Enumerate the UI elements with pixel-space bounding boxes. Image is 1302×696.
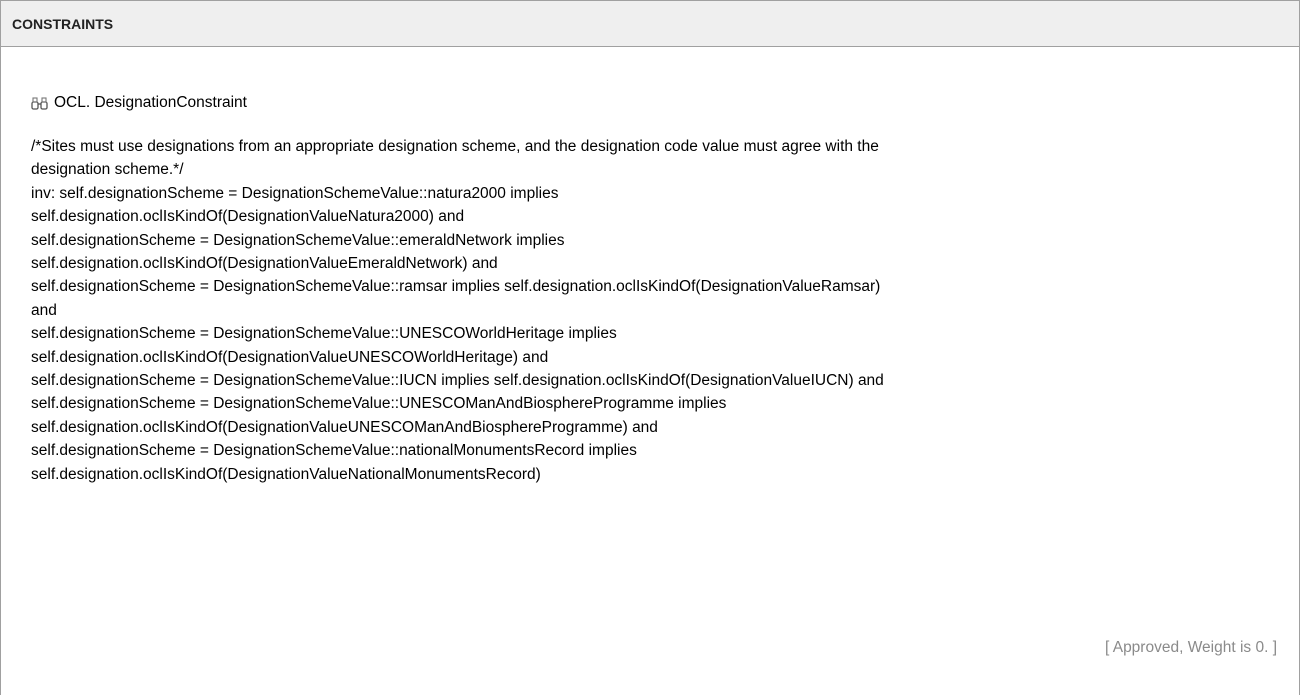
constraint-status: [ Approved, Weight is 0. ] — [1104, 639, 1277, 656]
constraint-line: designation scheme.*/ — [31, 161, 184, 179]
constraint-line: self.designationScheme = DesignationSche… — [31, 395, 727, 413]
constraint-line: self.designationScheme = DesignationSche… — [31, 325, 617, 343]
constraint-line: self.designation.oclIsKindOf(Designation… — [31, 255, 498, 273]
constraint-line: and — [31, 301, 57, 319]
constraint-line: self.designationScheme = DesignationSche… — [31, 372, 884, 390]
section-title: CONSTRAINTS — [12, 15, 114, 32]
constraint-expression: /*Sites must use designations from an ap… — [31, 135, 1276, 486]
constraint-line: self.designation.oclIsKindOf(Designation… — [31, 208, 465, 226]
constraint-line: self.designation.oclIsKindOf(Designation… — [31, 348, 549, 366]
constraint-line: self.designation.oclIsKindOf(Designation… — [31, 465, 541, 483]
constraint-line: self.designation.oclIsKindOf(Designation… — [31, 418, 658, 436]
constraints-panel: CONSTRAINTS OCL. DesignationConstraint /… — [0, 0, 1300, 695]
constraint-line: self.designationScheme = DesignationSche… — [31, 231, 565, 249]
binoculars-icon — [31, 96, 48, 110]
constraints-body: OCL. DesignationConstraint /*Sites must … — [1, 47, 1299, 696]
constraint-line: self.designationScheme = DesignationSche… — [31, 278, 881, 296]
section-header: CONSTRAINTS — [1, 1, 1299, 47]
constraint-line: self.designationScheme = DesignationSche… — [31, 442, 637, 460]
constraint-line: /*Sites must use designations from an ap… — [31, 138, 879, 155]
constraint-line: inv: self.designationScheme = Designatio… — [31, 184, 559, 202]
constraint-heading: OCL. DesignationConstraint — [31, 93, 247, 113]
constraint-name: OCL. DesignationConstraint — [54, 94, 247, 111]
